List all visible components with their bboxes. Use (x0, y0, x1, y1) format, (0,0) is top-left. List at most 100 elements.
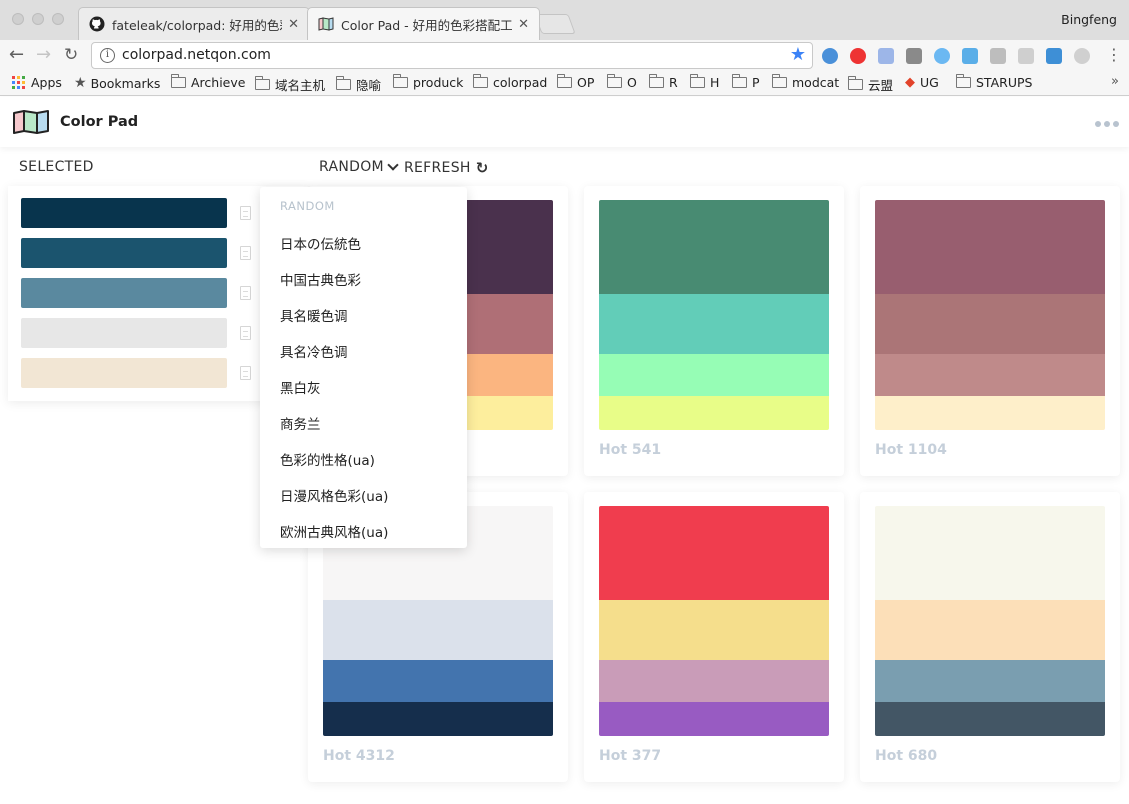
refresh-icon: ↻ (475, 159, 489, 177)
palette-swatches[interactable] (599, 200, 829, 430)
palette-swatch[interactable] (323, 660, 553, 702)
dropdown-item[interactable]: 中国古典色彩 (280, 269, 361, 289)
site-info-icon[interactable]: i (100, 48, 115, 63)
app-title: Color Pad (60, 114, 139, 130)
dropdown-item[interactable]: 日本の伝統色 (280, 233, 361, 253)
translate-icon[interactable] (878, 48, 894, 64)
bookmark-bookmarks[interactable]: ★ Bookmarks (74, 75, 160, 91)
new-tab-button[interactable] (534, 14, 576, 34)
palette-swatch[interactable] (599, 294, 829, 354)
palette-swatches[interactable] (875, 200, 1105, 430)
bookmark-star-icon[interactable]: ★ (790, 44, 806, 65)
palette-swatch[interactable] (599, 396, 829, 430)
browser-tab-github[interactable]: fateleak/colorpad: 好用的色彩搭配工具 ✕ (78, 7, 310, 40)
selected-color-swatch[interactable] (21, 318, 227, 348)
dropdown-item[interactable]: 具名暖色调 (280, 305, 348, 325)
palette-swatch[interactable] (599, 506, 829, 600)
extension-compass-icon[interactable] (822, 48, 838, 64)
palette-swatch[interactable] (875, 354, 1105, 396)
adblock-icon[interactable] (850, 48, 866, 64)
bookmark-folder[interactable]: P (732, 74, 760, 90)
dropdown-item[interactable]: 黑白灰 (280, 377, 321, 397)
palette-swatches[interactable] (875, 506, 1105, 736)
bookmark-folder[interactable]: modcat (772, 74, 839, 90)
star-icon: ★ (74, 75, 87, 91)
github-icon (89, 16, 105, 32)
folder-icon (732, 74, 747, 88)
bookmark-folder[interactable]: H (690, 74, 719, 90)
profile-name[interactable]: Bingfeng (1061, 12, 1117, 27)
bookmarks-overflow-icon[interactable]: » (1111, 74, 1119, 89)
refresh-button[interactable]: REFRESH ↻ (404, 159, 489, 177)
dropdown-item[interactable]: 欧洲古典风格(ua) (280, 521, 388, 541)
copy-icon[interactable] (240, 366, 251, 380)
palette-swatch[interactable] (599, 200, 829, 294)
browser-menu-icon[interactable]: ⋮ (1106, 45, 1122, 65)
selected-color-swatch[interactable] (21, 198, 227, 228)
bookmark-folder[interactable]: produck (393, 74, 463, 90)
bookmark-folder[interactable]: 隐喻 (336, 75, 381, 94)
selected-color-swatch[interactable] (21, 238, 227, 268)
colorpad-logo-icon (13, 110, 49, 134)
forward-arrow-icon[interactable]: → (36, 45, 51, 65)
palette-label: Hot 4312 (323, 748, 395, 764)
palette-swatch[interactable] (599, 354, 829, 396)
window-extension-icon[interactable] (962, 48, 978, 64)
copy-icon[interactable] (240, 286, 251, 300)
dropdown-item[interactable]: 具名冷色调 (280, 341, 348, 361)
palette-swatch[interactable] (599, 702, 829, 736)
back-arrow-icon[interactable]: ← (9, 45, 24, 65)
palette-card[interactable]: Hot 377 (584, 492, 844, 782)
bookmark-folder[interactable]: Archieve (171, 74, 245, 90)
dropdown-item[interactable]: 色彩的性格(ua) (280, 449, 375, 469)
palette-swatch[interactable] (875, 396, 1105, 430)
bookmark-folder[interactable]: colorpad (473, 74, 547, 90)
bookmark-folder[interactable]: OP (557, 74, 594, 90)
palette-swatch[interactable] (599, 600, 829, 660)
bookmark-apps[interactable]: Apps (12, 75, 62, 90)
copy-icon[interactable] (240, 326, 251, 340)
dropdown-item[interactable]: 商务兰 (280, 413, 321, 433)
palette-card[interactable]: Hot 680 (860, 492, 1120, 782)
palette-card[interactable]: Hot 1104 (860, 186, 1120, 476)
more-options-icon[interactable] (1095, 121, 1119, 127)
palette-swatch[interactable] (875, 600, 1105, 660)
selected-color-swatch[interactable] (21, 278, 227, 308)
palette-card[interactable]: Hot 541 (584, 186, 844, 476)
palette-swatch[interactable] (875, 660, 1105, 702)
window-minimize-button[interactable] (32, 13, 44, 25)
close-tab-icon[interactable]: ✕ (288, 17, 299, 32)
palette-swatch[interactable] (875, 506, 1105, 600)
app-header: Color Pad (0, 97, 1129, 147)
bookmark-gitlab[interactable]: ◆ UG (905, 75, 939, 90)
copy-icon[interactable] (240, 246, 251, 260)
random-dropdown-button[interactable]: RANDOM (319, 159, 399, 175)
address-bar[interactable]: i colorpad.netqon.com ★ (91, 42, 813, 69)
reload-icon[interactable]: ↻ (64, 45, 78, 65)
palette-swatch[interactable] (323, 702, 553, 736)
screenshot-extension-icon[interactable] (1046, 48, 1062, 64)
bookmark-folder[interactable]: R (649, 74, 678, 90)
bookmark-folder[interactable]: 云盟 (848, 75, 893, 94)
palette-swatch[interactable] (323, 600, 553, 660)
vue-devtools-icon[interactable] (934, 48, 950, 64)
bookmark-folder[interactable]: STARUPS (956, 74, 1032, 90)
bookmark-folder[interactable]: 域名主机 (255, 75, 325, 94)
copy-icon[interactable] (240, 206, 251, 220)
selected-color-swatch[interactable] (21, 358, 227, 388)
dropdown-item[interactable]: 日漫风格色彩(ua) (280, 485, 388, 505)
palette-swatch[interactable] (875, 200, 1105, 294)
palette-swatch[interactable] (875, 702, 1105, 736)
palette-swatches[interactable] (599, 506, 829, 736)
close-tab-icon[interactable]: ✕ (518, 17, 529, 32)
http-extension-icon[interactable] (990, 48, 1006, 64)
media-extension-icon[interactable] (1018, 48, 1034, 64)
window-zoom-button[interactable] (52, 13, 64, 25)
image-extension-icon[interactable] (906, 48, 922, 64)
palette-swatch[interactable] (599, 660, 829, 702)
window-close-button[interactable] (12, 13, 24, 25)
browser-tab-colorpad[interactable]: Color Pad - 好用的色彩搭配工具 ✕ (307, 7, 540, 40)
palette-swatch[interactable] (875, 294, 1105, 354)
locator-extension-icon[interactable] (1074, 48, 1090, 64)
bookmark-folder[interactable]: O (607, 74, 637, 90)
